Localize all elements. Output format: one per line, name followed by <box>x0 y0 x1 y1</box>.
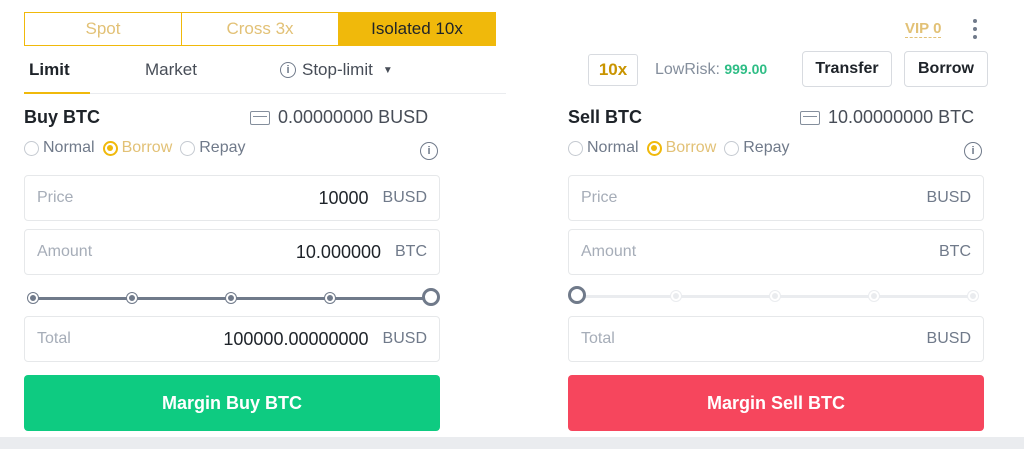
amount-label: Amount <box>581 243 637 260</box>
tab-spot[interactable]: Spot <box>25 13 182 45</box>
vip-level[interactable]: VIP 0 <box>905 20 942 38</box>
buy-radio-repay[interactable]: Repay <box>180 139 246 157</box>
price-unit: BUSD <box>382 189 427 206</box>
slider-step[interactable] <box>325 293 335 303</box>
info-icon: i <box>280 62 296 78</box>
radio-circle-icon <box>724 140 740 156</box>
sell-amount-input[interactable]: Amount BTC <box>568 229 984 275</box>
risk-label: LowRisk: <box>655 61 720 78</box>
slider-step[interactable] <box>127 293 137 303</box>
sell-radio-borrow[interactable]: Borrow <box>646 139 716 157</box>
sell-price-input[interactable]: Price BUSD <box>568 175 984 221</box>
slider-step[interactable] <box>968 291 978 301</box>
radio-circle-icon <box>568 140 583 156</box>
buy-balance-value: 0.00000000 BUSD <box>278 107 429 127</box>
tab-limit[interactable]: Limit <box>29 60 70 80</box>
sell-radio-normal[interactable]: Normal <box>568 139 639 157</box>
price-value: 10000 <box>318 187 369 208</box>
radio-circle-icon <box>24 140 39 156</box>
buy-radio-borrow[interactable]: Borrow <box>102 139 172 157</box>
bottom-divider <box>0 437 1024 449</box>
total-unit: BUSD <box>382 330 427 347</box>
sell-amount-slider[interactable] <box>568 286 984 306</box>
price-unit: BUSD <box>926 189 971 206</box>
sell-panel-title: Sell BTC <box>568 107 643 127</box>
slider-handle[interactable] <box>568 286 586 304</box>
wallet-icon <box>250 110 270 125</box>
margin-buy-button[interactable]: Margin Buy BTC <box>24 375 440 431</box>
amount-unit: BTC <box>395 243 427 260</box>
price-label: Price <box>581 189 618 206</box>
tab-cross[interactable]: Cross 3x <box>182 13 339 45</box>
slider-step[interactable] <box>770 291 780 301</box>
buy-amount-slider[interactable] <box>26 288 440 308</box>
leverage-button[interactable]: 10x <box>588 54 638 86</box>
radio-selected-icon <box>102 140 118 156</box>
amount-label: Amount <box>37 243 93 260</box>
slider-step[interactable] <box>28 293 38 303</box>
sell-balance: 10.00000000 BTC <box>800 107 974 128</box>
sell-radio-repay[interactable]: Repay <box>724 139 790 157</box>
transfer-button[interactable]: Transfer <box>802 51 892 87</box>
tab-isolated[interactable]: Isolated 10x <box>339 13 495 45</box>
slider-handle[interactable] <box>422 288 440 306</box>
slider-step[interactable] <box>869 291 879 301</box>
slider-step[interactable] <box>226 293 236 303</box>
info-icon[interactable]: i <box>964 142 982 160</box>
buy-price-input[interactable]: Price 10000 BUSD <box>24 175 440 221</box>
total-value: 100000.00000000 <box>223 328 369 349</box>
info-icon[interactable]: i <box>420 142 438 160</box>
radio-selected-icon <box>646 140 662 156</box>
total-label: Total <box>581 330 615 347</box>
active-tab-indicator <box>24 92 90 94</box>
slider-step[interactable] <box>671 291 681 301</box>
buy-total-input[interactable]: Total 100000.00000000 BUSD <box>24 316 440 362</box>
amount-value: 10.000000 <box>295 241 381 262</box>
tab-stop-limit-label: Stop-limit <box>302 60 373 79</box>
wallet-icon <box>800 110 820 125</box>
order-type-tabs: Limit Market i Stop-limit ▼ <box>24 58 506 94</box>
buy-radio-normal[interactable]: Normal <box>24 139 95 157</box>
price-label: Price <box>37 189 74 206</box>
sell-balance-value: 10.00000000 BTC <box>828 107 975 127</box>
risk-value: 999.00 <box>724 61 768 77</box>
sell-borrow-mode: Normal Borrow Repay <box>568 139 790 157</box>
margin-mode-tabs: Spot Cross 3x Isolated 10x <box>24 12 496 46</box>
buy-balance: 0.00000000 BUSD <box>250 107 428 128</box>
risk-ratio: LowRisk: 999.00 <box>655 61 767 79</box>
kebab-menu-icon[interactable] <box>968 17 982 41</box>
radio-circle-icon <box>180 140 196 156</box>
borrow-button[interactable]: Borrow <box>904 51 988 87</box>
amount-unit: BTC <box>939 243 971 260</box>
margin-sell-button[interactable]: Margin Sell BTC <box>568 375 984 431</box>
buy-amount-input[interactable]: Amount 10.000000 BTC <box>24 229 440 275</box>
chevron-down-icon: ▼ <box>382 64 393 76</box>
buy-borrow-mode: Normal Borrow Repay <box>24 139 246 157</box>
sell-total-input[interactable]: Total BUSD <box>568 316 984 362</box>
buy-panel-title: Buy BTC <box>24 107 100 127</box>
total-unit: BUSD <box>926 330 971 347</box>
total-label: Total <box>37 330 71 347</box>
tab-stop-limit[interactable]: i Stop-limit ▼ <box>280 60 393 80</box>
tab-market[interactable]: Market <box>145 60 197 80</box>
